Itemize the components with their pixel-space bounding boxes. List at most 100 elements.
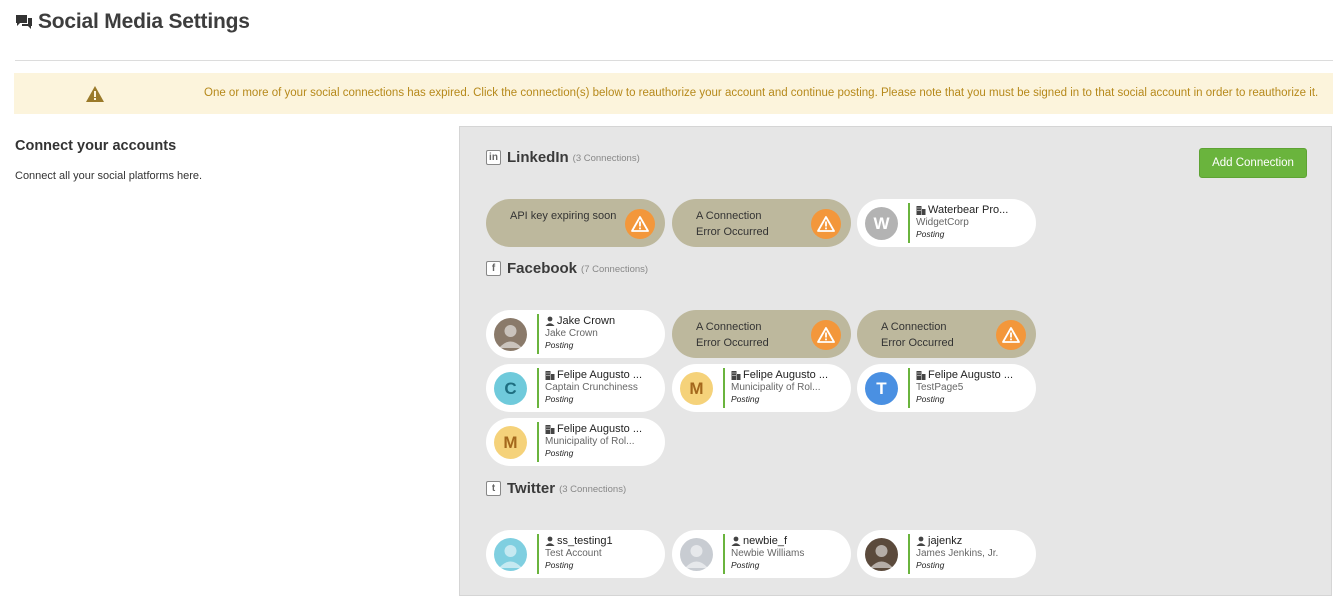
facebook-connection-card[interactable]: A Connection Error Occurred [857, 310, 1036, 358]
building-icon [916, 371, 926, 380]
warning-icon [1002, 327, 1020, 343]
connect-accounts-desc: Connect all your social platforms here. [15, 170, 203, 182]
avatar: W [865, 207, 898, 240]
connection-name: Felipe Augusto ... [545, 423, 660, 435]
connection-name-text: Felipe Augusto ... [557, 369, 642, 381]
linkedin-count: (3 Connections) [572, 153, 640, 164]
avatar [865, 538, 898, 571]
connect-accounts-title: Connect your accounts [15, 138, 177, 154]
warning-icon [86, 86, 104, 102]
facebook-connection-card[interactable]: A Connection Error Occurred [672, 310, 851, 358]
person-icon [916, 536, 926, 546]
connection-role: Posting [916, 560, 945, 570]
connection-error-line: A Connection [696, 210, 762, 222]
twitter-section: t Twitter (3 Connections) ss_testing1 Tes… [486, 478, 1036, 578]
avatar: M [494, 426, 527, 459]
status-bar [537, 368, 539, 408]
twitter-title: Twitter [507, 479, 556, 497]
linkedin-connection-card[interactable]: A Connection Error Occurred [672, 199, 851, 247]
linkedin-connection-card[interactable]: API key expiring soon [486, 199, 665, 247]
add-connection-button[interactable]: Add Connection [1199, 148, 1307, 178]
connection-role: Posting [731, 394, 760, 404]
building-icon [545, 371, 555, 380]
connection-account: Captain Crunchiness [545, 382, 638, 393]
connection-info: newbie_f Newbie Williams Posting [731, 535, 846, 570]
facebook-connection-card[interactable]: T Felipe Augusto ... TestPage5 Posting [857, 364, 1036, 412]
connection-role: Posting [916, 229, 945, 239]
connection-info: ss_testing1 Test Account Posting [545, 535, 660, 570]
avatar: M [680, 372, 713, 405]
connection-name-text: Waterbear Pro... [928, 204, 1009, 216]
connection-role: Posting [916, 394, 945, 404]
status-bar [537, 422, 539, 462]
connection-name-text: Jake Crown [557, 315, 616, 327]
status-bar [908, 203, 910, 243]
connection-account: James Jenkins, Jr. [916, 548, 999, 559]
connection-info: Felipe Augusto ... Municipality of Rol...… [731, 369, 846, 404]
facebook-connection-card[interactable]: M Felipe Augusto ... Municipality of Rol..… [486, 418, 665, 466]
connection-role: Posting [731, 560, 760, 570]
connection-name: Jake Crown [545, 315, 660, 327]
profile-photo-icon [499, 545, 522, 568]
twitter-header: t Twitter (3 Connections) [486, 478, 626, 498]
connect-accounts-intro: Connect your accounts Connect all your s… [15, 138, 202, 182]
building-icon [916, 206, 926, 215]
connection-name-text: jajenkz [928, 535, 963, 547]
connection-name: Waterbear Pro... [916, 204, 1031, 216]
twitter-connection-card[interactable]: newbie_f Newbie Williams Posting [672, 530, 851, 578]
warning-icon [631, 216, 649, 232]
connection-error-line: API key expiring soon [510, 210, 617, 222]
avatar [494, 318, 527, 351]
warning-icon [817, 216, 835, 232]
connection-role: Posting [545, 448, 574, 458]
connection-info: Felipe Augusto ... Captain Crunchiness Pos… [545, 369, 660, 404]
person-icon [731, 536, 741, 546]
connection-error-line: A Connection [881, 321, 947, 333]
facebook-section: f Facebook (7 Connections) Jake Crown Jak… [486, 258, 1036, 466]
connection-info: Jake Crown Jake Crown Posting [545, 315, 660, 350]
twitter-bird-icon: t [486, 480, 501, 496]
twitter-connection-card[interactable]: jajenkz James Jenkins, Jr. Posting [857, 530, 1036, 578]
connection-error-text: A Connection Error Occurred [696, 319, 769, 351]
error-badge [996, 320, 1026, 350]
connection-name: jajenkz [916, 535, 1031, 547]
facebook-header: f Facebook (7 Connections) [486, 258, 648, 278]
connection-name-text: ss_testing1 [557, 535, 613, 547]
twitter-connection-card[interactable]: ss_testing1 Test Account Posting [486, 530, 665, 578]
building-icon [545, 425, 555, 434]
profile-photo-icon [870, 545, 893, 568]
expired-connections-alert: One or more of your social connections h… [14, 73, 1333, 114]
facebook-title: Facebook [507, 259, 578, 277]
status-bar [537, 534, 539, 574]
connection-name-text: Felipe Augusto ... [928, 369, 1013, 381]
connection-name: ss_testing1 [545, 535, 660, 547]
error-badge [811, 209, 841, 239]
connection-name: Felipe Augusto ... [731, 369, 846, 381]
connection-account: TestPage5 [916, 382, 964, 393]
header-divider [15, 60, 1333, 61]
connection-account: Municipality of Rol... [731, 382, 821, 393]
facebook-connection-card[interactable]: M Felipe Augusto ... Municipality of Rol..… [672, 364, 851, 412]
status-bar [723, 534, 725, 574]
facebook-icon: f [486, 260, 501, 276]
page-header: Social Media Settings [15, 10, 250, 34]
connection-account: Jake Crown [545, 328, 598, 339]
facebook-connection-card[interactable]: Jake Crown Jake Crown Posting [486, 310, 665, 358]
avatar [494, 538, 527, 571]
linkedin-title: LinkedIn [507, 148, 569, 166]
linkedin-connection-card[interactable]: W Waterbear Pro... WidgetCorp Posting [857, 199, 1036, 247]
status-bar [908, 368, 910, 408]
avatar [680, 538, 713, 571]
connection-error-text: A Connection Error Occurred [696, 208, 769, 240]
connection-account: Municipality of Rol... [545, 436, 635, 447]
building-icon [731, 371, 741, 380]
person-icon [545, 316, 555, 326]
facebook-connection-card[interactable]: C Felipe Augusto ... Captain Crunchiness Po… [486, 364, 665, 412]
status-bar [908, 534, 910, 574]
connection-name: Felipe Augusto ... [916, 369, 1031, 381]
linkedin-section: in LinkedIn (3 Connections) API key expi… [486, 147, 1036, 247]
linkedin-icon: in [486, 149, 501, 165]
connection-account: Newbie Williams [731, 548, 805, 559]
connection-name-text: Felipe Augusto ... [557, 423, 642, 435]
status-bar [723, 368, 725, 408]
